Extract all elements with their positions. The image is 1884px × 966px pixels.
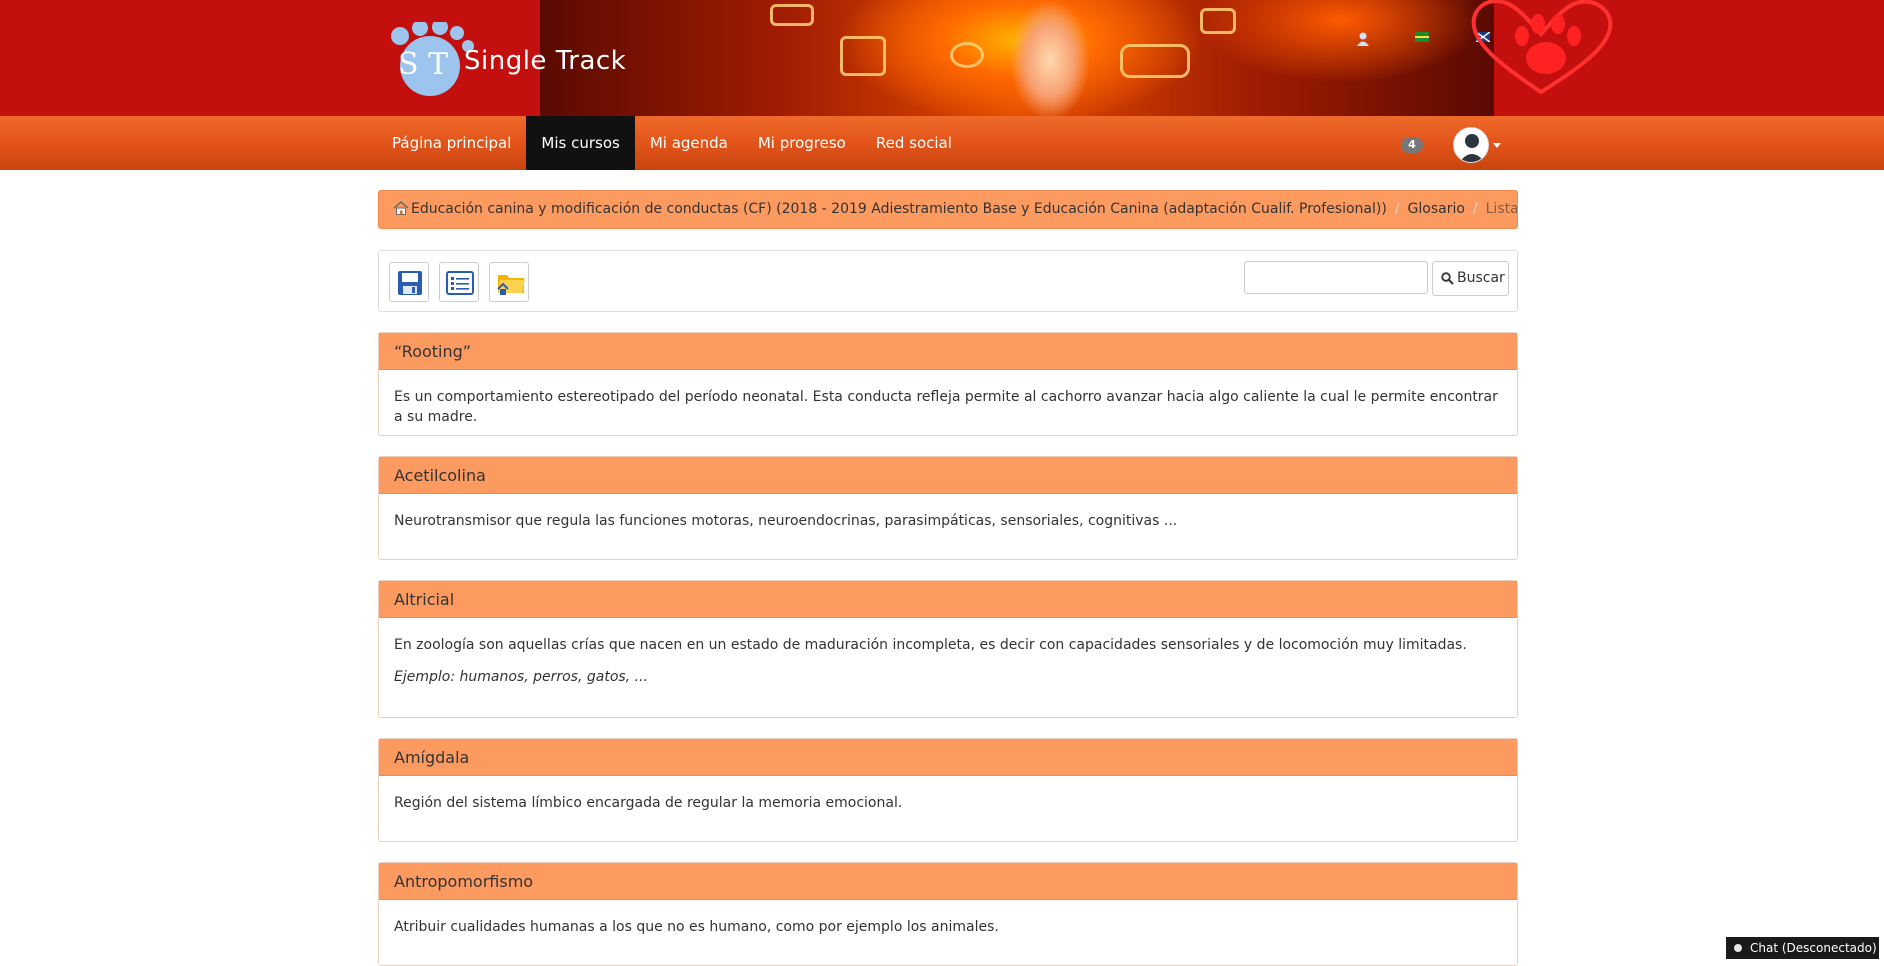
folder-home-button[interactable] (489, 262, 529, 302)
chevron-down-icon (1493, 143, 1501, 148)
avatar (1453, 127, 1489, 163)
list-view-icon (446, 271, 474, 295)
glossary-entry: Acetilcolina Neurotransmisor que regula … (378, 456, 1518, 560)
save-icon (398, 271, 422, 295)
glossary-definition: Región del sistema límbico encargada de … (394, 795, 903, 811)
glossary-entry: Amígdala Región del sistema límbico enca… (378, 738, 1518, 842)
glossary-toolbar: Buscar (378, 250, 1518, 312)
main-navbar: Página principal Mis cursos Mi agenda Mi… (0, 116, 1884, 170)
heart-paw-icon (1471, 0, 1613, 95)
home-icon[interactable] (393, 201, 409, 215)
breadcrumb-separator: / (1472, 201, 1478, 217)
breadcrumb-course-link[interactable]: Educación canina y modificación de condu… (411, 201, 1387, 217)
glossary-definition: Es un comportamiento estereotipado del p… (394, 389, 1498, 425)
glossary-term: Antropomorfismo (379, 863, 1517, 900)
breadcrumb-separator: / (1394, 201, 1400, 217)
glossary-definition-area: Es un comportamiento estereotipado del p… (379, 370, 1517, 449)
search-input[interactable] (1244, 261, 1428, 294)
nav-item-progress[interactable]: Mi progreso (743, 116, 861, 170)
nav-menu: Página principal Mis cursos Mi agenda Mi… (377, 116, 967, 170)
finger-touch (1010, 0, 1090, 116)
brand-name: Single Track (464, 46, 627, 76)
glossary-definition-area: Neurotransmisor que regula las funciones… (379, 494, 1517, 553)
glossary-term: “Rooting” (379, 333, 1517, 370)
folder-home-icon (497, 275, 525, 295)
search-button-label: Buscar (1457, 270, 1505, 286)
device-outline (1200, 8, 1236, 34)
device-outline (950, 42, 984, 68)
glossary-term: Amígdala (379, 739, 1517, 776)
header-banner: S T Single Track (0, 0, 1884, 116)
glossary-definition: En zoología son aquellas crías que nacen… (394, 637, 1467, 653)
nav-item-agenda[interactable]: Mi agenda (635, 116, 743, 170)
list-view-button[interactable] (439, 262, 479, 302)
glossary-definition: Neurotransmisor que regula las funciones… (394, 513, 1178, 529)
chat-status-dot (1734, 944, 1742, 952)
chat-label: Chat (Desconectado) (1750, 941, 1877, 955)
glossary-entry: Altricial En zoología son aquellas crías… (378, 580, 1518, 718)
search-icon (1441, 272, 1454, 285)
glossary-entry: “Rooting” Es un comportamiento estereoti… (378, 332, 1518, 436)
glossary-entry: Antropomorfismo Atribuir cualidades huma… (378, 862, 1518, 966)
breadcrumb-glossary-link[interactable]: Glosario (1408, 201, 1465, 217)
glossary-definition-area: Atribuir cualidades humanas a los que no… (379, 900, 1517, 959)
glossary-term: Acetilcolina (379, 457, 1517, 494)
nav-item-my-courses[interactable]: Mis cursos (526, 116, 635, 170)
glossary-definition-area: En zoología son aquellas crías que nacen… (379, 618, 1517, 709)
chat-toggle[interactable]: Chat (Desconectado) (1726, 937, 1879, 959)
search-button[interactable]: Buscar (1432, 261, 1509, 296)
flag-es-icon[interactable] (1415, 32, 1429, 42)
user-menu-toggle[interactable] (1453, 127, 1505, 163)
glossary-definition-area: Región del sistema límbico encargada de … (379, 776, 1517, 835)
device-outline (840, 36, 886, 76)
glossary-term: Altricial (379, 581, 1517, 618)
user-silhouette-icon (1459, 134, 1485, 162)
device-outline (770, 4, 814, 26)
notifications-badge[interactable]: 4 (1401, 137, 1423, 153)
nav-item-social-network[interactable]: Red social (861, 116, 967, 170)
banner-photo (540, 0, 1494, 116)
breadcrumb: Educación canina y modificación de condu… (378, 190, 1518, 229)
save-button[interactable] (389, 262, 429, 302)
glossary-example: Ejemplo: humanos, perros, gatos, ... (394, 669, 648, 685)
breadcrumb-current: Lista (1485, 201, 1518, 217)
logo-letters: S T (398, 47, 448, 82)
glossary-definition: Atribuir cualidades humanas a los que no… (394, 919, 999, 935)
user-icon[interactable] (1357, 32, 1369, 46)
device-outline (1120, 44, 1190, 78)
nav-item-home[interactable]: Página principal (377, 116, 526, 170)
